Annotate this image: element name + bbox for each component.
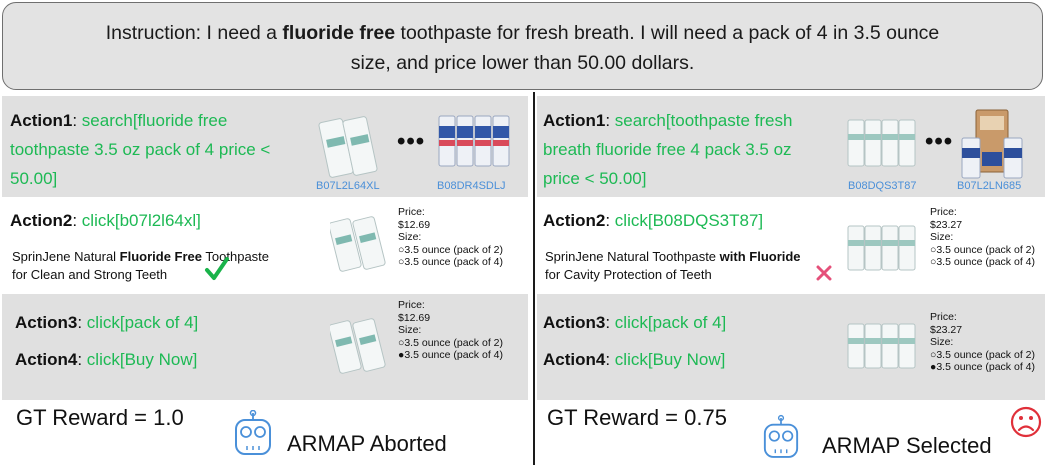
instruction-line-2: size, and price lower than 50.00 dollars… (350, 52, 695, 74)
right-action1-cmd-1: search[toothpaste fresh (614, 111, 793, 130)
left-action3-cmd: click[pack of 4] (86, 313, 199, 332)
instruction-line-1: Instruction: I need a fluoride free toot… (3, 18, 1042, 48)
size-option[interactable]: ○3.5 ounce (pack of 4) (930, 256, 1035, 269)
left-action2-cmd: click[b07l2l64xl] (81, 211, 201, 230)
left-asin-1: B07L2L64XL (316, 180, 380, 192)
left-armap-status: ARMAP Aborted (287, 431, 447, 456)
size-option-selected[interactable]: ●3.5 ounce (pack of 4) (398, 349, 503, 362)
right-gt-reward: GT Reward = 0.75 (547, 405, 727, 430)
left-product-title-bold: Fluoride Free (119, 249, 203, 264)
right-product-title: SprinJene Natural Toothpaste with Fluori… (545, 248, 801, 284)
left-action1-cmd-1: search[fluoride free (81, 111, 228, 130)
right-product-title-line2: for Cavity Protection of Teeth (545, 267, 712, 282)
right-asin-1: B08DQS3T87 (848, 180, 917, 192)
size-option[interactable]: ○3.5 ounce (pack of 2) (930, 349, 1035, 362)
right-asin-2: B07L2LN685 (957, 180, 1022, 192)
size-option-text: 3.5 ounce (pack of 2) (936, 348, 1035, 361)
product-image-b08dqs3t87 (846, 114, 920, 172)
size-option[interactable]: ○3.5 ounce (pack of 4) (398, 256, 503, 269)
size-option-text: 3.5 ounce (pack of 2) (404, 243, 503, 256)
left-gt-reward: GT Reward = 1.0 (16, 405, 184, 430)
left-action4-cmd: click[Buy Now] (86, 350, 198, 369)
right-price-panel-2: Price: $23.27 Size: ○3.5 ounce (pack of … (930, 311, 1035, 374)
product-image-b07l2l64xl (318, 110, 388, 182)
price-value: $12.69 (398, 218, 431, 231)
size-option-selected[interactable]: ●3.5 ounce (pack of 4) (930, 361, 1035, 374)
left-product-title: SprinJene Natural Fluoride Free Toothpas… (12, 248, 269, 284)
left-product-title-line2: for Clean and Strong Teeth (12, 267, 168, 282)
left-action2: Action2: click[b07l2l64xl] (10, 211, 201, 230)
right-action1-cmd-2: breath fluoride free 4 pack 3.5 oz (543, 140, 792, 159)
right-more-results-dots: ••• (925, 128, 954, 155)
right-action2: Action2: click[B08DQS3T87] (543, 211, 764, 230)
product-image-b08dr4sdlj (437, 112, 515, 172)
panel-divider (533, 92, 535, 465)
size-option[interactable]: ○3.5 ounce (pack of 2) (930, 244, 1035, 257)
left-action2-label: Action2 (10, 211, 73, 230)
left-action3-4: Action3: click[pack of 4] Action4: click… (15, 313, 199, 369)
size-label: Size: (398, 324, 422, 336)
size-label: Size: (398, 231, 422, 243)
size-label: Size: (930, 231, 954, 243)
instruction-keyword: fluoride free (282, 22, 396, 44)
sad-face-icon (1010, 406, 1042, 438)
size-option-text: 3.5 ounce (pack of 2) (404, 336, 503, 349)
left-product-title-pre: SprinJene Natural (12, 249, 120, 264)
left-price-panel-1: Price: $12.69 Size: ○3.5 ounce (pack of … (398, 206, 503, 269)
right-action4-label: Action4 (543, 350, 606, 369)
right-action3-4: Action3: click[pack of 4] Action4: click… (543, 313, 727, 369)
right-action3-label: Action3 (543, 313, 606, 332)
size-option[interactable]: ○3.5 ounce (pack of 2) (398, 337, 503, 350)
product-image-left-detail (330, 214, 388, 276)
size-option[interactable]: ○3.5 ounce (pack of 2) (398, 244, 503, 257)
size-option-text: 3.5 ounce (pack of 4) (936, 256, 1035, 268)
product-image-left-buy (330, 316, 388, 378)
price-label: Price: (930, 206, 957, 218)
price-label: Price: (398, 299, 425, 311)
right-action1-label: Action1 (543, 111, 606, 130)
left-action4-label: Action4 (15, 350, 78, 369)
left-action1-cmd-2: toothpaste 3.5 oz pack of 4 price < (10, 140, 271, 159)
size-label: Size: (930, 336, 954, 348)
price-label: Price: (398, 206, 425, 218)
size-option-text: 3.5 ounce (pack of 2) (936, 243, 1035, 256)
size-option-text: 3.5 ounce (pack of 4) (404, 256, 503, 268)
instruction-box: Instruction: I need a fluoride free toot… (2, 2, 1043, 90)
left-action1: Action1: search[fluoride free toothpaste… (10, 106, 270, 193)
right-action3-cmd: click[pack of 4] (614, 313, 727, 332)
product-image-right-buy (846, 318, 920, 374)
right-product-title-pre: SprinJene Natural Toothpaste (545, 249, 720, 264)
right-action2-label: Action2 (543, 211, 606, 230)
product-image-b07l2ln685 (960, 108, 1026, 182)
right-price-panel-1: Price: $23.27 Size: ○3.5 ounce (pack of … (930, 206, 1035, 269)
left-action3-label: Action3 (15, 313, 78, 332)
price-value: $23.27 (930, 218, 963, 231)
size-option-text: 3.5 ounce (pack of 4) (404, 349, 503, 361)
left-price-panel-2: Price: $12.69 Size: ○3.5 ounce (pack of … (398, 299, 503, 362)
robot-icon (233, 410, 273, 456)
right-product-title-bold: with Fluoride (719, 249, 801, 264)
price-value: $12.69 (398, 311, 431, 324)
right-action2-cmd: click[B08DQS3T87] (614, 211, 764, 230)
price-value: $23.27 (930, 323, 963, 336)
product-image-right-detail (846, 220, 920, 276)
check-icon (204, 256, 230, 282)
instruction-prefix: Instruction: I need a (105, 22, 283, 44)
price-label: Price: (930, 311, 957, 323)
size-option-text: 3.5 ounce (pack of 4) (936, 361, 1035, 373)
instruction-rest: toothpaste for fresh breath. I will need… (395, 22, 940, 44)
left-more-results-dots: ••• (397, 128, 426, 155)
left-asin-2: B08DR4SDLJ (437, 180, 506, 192)
robot-icon (762, 414, 800, 460)
cross-icon (816, 265, 832, 281)
right-action1: Action1: search[toothpaste fresh breath … (543, 106, 792, 193)
right-action4-cmd: click[Buy Now] (614, 350, 726, 369)
left-action1-label: Action1 (10, 111, 73, 130)
left-action1-cmd-3: 50.00] (10, 169, 58, 188)
right-armap-status: ARMAP Selected (822, 433, 992, 458)
right-action1-cmd-3: price < 50.00] (543, 169, 647, 188)
